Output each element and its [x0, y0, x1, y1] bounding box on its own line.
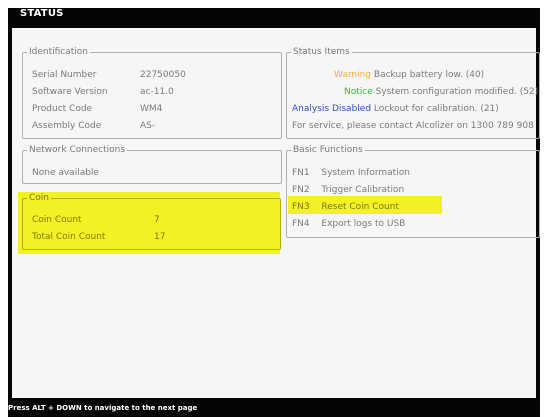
warning-message: Backup battery low. (40): [373, 70, 485, 80]
fn2-label: Trigger Calibration: [321, 185, 405, 195]
fn1-item[interactable]: FN1 System Information: [292, 167, 410, 179]
window-title: STATUS: [20, 8, 64, 19]
assembly-code-label: Assembly Code: [32, 121, 102, 131]
basic-functions-legend: Basic Functions: [291, 144, 365, 156]
service-contact-text: For service, please contact Alcolizer on…: [292, 121, 534, 131]
fn2-item[interactable]: FN2 Trigger Calibration: [292, 184, 404, 196]
warning-tag: Warning: [334, 70, 372, 80]
fn3-key: FN3: [292, 202, 310, 212]
notice-tag: Notice: [344, 87, 373, 97]
analysis-disabled-tag: Analysis Disabled: [292, 104, 372, 114]
fn4-label: Export logs to USB: [321, 219, 406, 229]
coin-legend: Coin: [27, 192, 51, 204]
coin-count-value: 7: [154, 215, 160, 225]
status-items-legend: Status Items: [291, 46, 352, 58]
status-item-notice: Notice System configuration modified. (5…: [344, 86, 538, 98]
network-status-text: None available: [32, 168, 99, 178]
analysis-disabled-message: Lockout for calibration. (21): [373, 104, 499, 114]
software-version-value: ac-11.0: [140, 87, 174, 97]
total-coin-count-value: 17: [154, 232, 166, 242]
assembly-code-value: AS-: [140, 121, 156, 131]
fn4-key: FN4: [292, 219, 310, 229]
footer-hint: Press ALT + DOWN to navigate to the next…: [8, 404, 198, 412]
fn2-key: FN2: [292, 185, 310, 195]
network-connections-legend: Network Connections: [27, 144, 128, 156]
software-version-label: Software Version: [32, 87, 108, 97]
product-code-label: Product Code: [32, 104, 93, 114]
total-coin-count-label: Total Coin Count: [32, 232, 106, 242]
fn3-label: Reset Coin Count: [321, 202, 399, 212]
serial-number-label: Serial Number: [32, 70, 97, 80]
notice-message: System configuration modified. (52): [375, 87, 539, 97]
fn1-label: System Information: [321, 168, 410, 178]
serial-number-value: 22750050: [140, 70, 186, 80]
status-item-warning: Warning Backup battery low. (40): [334, 69, 484, 81]
fn1-key: FN1: [292, 168, 310, 178]
coin-count-label: Coin Count: [32, 215, 82, 225]
fn4-item[interactable]: FN4 Export logs to USB: [292, 218, 405, 230]
status-item-analysis-disabled: Analysis Disabled Lockout for calibratio…: [292, 103, 499, 115]
product-code-value: WM4: [140, 104, 163, 114]
fn3-item[interactable]: FN3 Reset Coin Count: [292, 201, 399, 213]
identification-legend: Identification: [27, 46, 91, 58]
